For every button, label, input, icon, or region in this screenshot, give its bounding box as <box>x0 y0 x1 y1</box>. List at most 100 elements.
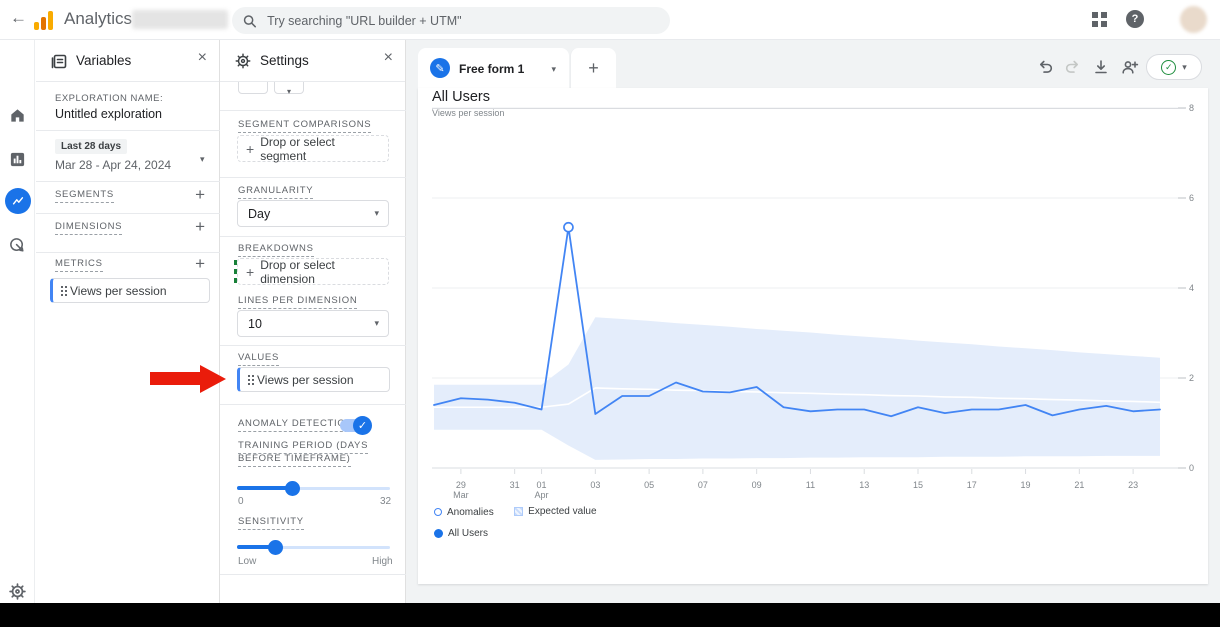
svg-text:Apr: Apr <box>535 490 549 500</box>
svg-text:03: 03 <box>590 480 600 490</box>
tab-caret-icon[interactable]: ▾ <box>551 64 556 75</box>
download-icon[interactable] <box>1090 56 1112 78</box>
search-bar[interactable] <box>232 7 670 34</box>
training-period-slider-thumb[interactable] <box>285 481 300 496</box>
svg-text:23: 23 <box>1128 480 1138 490</box>
svg-text:15: 15 <box>913 480 923 490</box>
nav-rail <box>0 40 35 603</box>
add-metric-button[interactable]: + <box>195 255 205 272</box>
add-segment-button[interactable]: + <box>195 186 205 203</box>
date-range-badge: Last 28 days <box>55 139 127 154</box>
segment-drop-zone[interactable]: + Drop or select segment <box>237 135 389 162</box>
analytics-logo-icon[interactable] <box>34 10 56 30</box>
app-title: Analytics <box>64 9 132 29</box>
avatar[interactable] <box>1180 6 1207 33</box>
settings-gear-icon <box>234 52 252 70</box>
svg-text:31: 31 <box>510 480 520 490</box>
tab-free-form-1[interactable]: ✎ Free form 1 ▾ <box>418 48 569 88</box>
training-period-slider[interactable] <box>237 481 390 495</box>
svg-text:11: 11 <box>806 480 815 490</box>
date-range-value[interactable]: Mar 28 - Apr 24, 2024 <box>55 158 171 172</box>
caret-down-icon: ▾ <box>1182 62 1187 73</box>
lines-per-dimension-select[interactable]: 10 ▾ <box>237 310 389 337</box>
advertising-icon[interactable] <box>0 232 35 258</box>
plus-icon: + <box>246 141 254 157</box>
add-dimension-button[interactable]: + <box>195 218 205 235</box>
svg-text:13: 13 <box>859 480 869 490</box>
home-icon[interactable] <box>0 102 35 128</box>
variables-close-icon[interactable]: × <box>198 50 207 66</box>
variables-panel: Variables × EXPLORATION NAME: Untitled e… <box>36 40 220 603</box>
granularity-value: Day <box>248 207 270 221</box>
sensitivity-min-label: Low <box>238 556 256 567</box>
analytics-app: ← Analytics ? <box>0 0 1220 603</box>
segment-drop-text: Drop or select segment <box>260 135 380 163</box>
granularity-select[interactable]: Day ▾ <box>237 200 389 227</box>
date-range-caret-icon[interactable]: ▾ <box>200 154 205 165</box>
legend-anomalies[interactable]: Anomalies <box>434 507 494 518</box>
search-input[interactable] <box>265 13 660 29</box>
metrics-label: METRICS <box>55 258 103 272</box>
undo-icon[interactable] <box>1034 56 1056 78</box>
status-ok-dropdown[interactable]: ✓ ▾ <box>1146 54 1202 80</box>
svg-text:19: 19 <box>1021 480 1031 490</box>
svg-text:01: 01 <box>537 480 547 490</box>
caret-down-icon: ▾ <box>374 318 379 329</box>
legend-series-label: All Users <box>448 528 488 539</box>
lines-per-dimension-value: 10 <box>248 317 262 331</box>
reports-icon[interactable] <box>0 146 35 172</box>
plus-icon: + <box>588 58 599 79</box>
values-chip-label: Views per session <box>257 373 354 387</box>
legend-all-users[interactable]: All Users <box>434 528 488 539</box>
settings-close-icon[interactable]: × <box>384 50 393 66</box>
back-arrow-icon[interactable]: ← <box>10 8 27 28</box>
help-icon[interactable]: ? <box>1126 10 1144 28</box>
segments-label: SEGMENTS <box>55 189 114 203</box>
series-dot-icon <box>434 529 443 538</box>
lines-per-dimension-label: LINES PER DIMENSION <box>238 295 357 309</box>
tab-label: Free form 1 <box>459 62 524 76</box>
breakdown-drop-text: Drop or select dimension <box>260 258 380 286</box>
values-label: VALUES <box>238 352 279 366</box>
training-min-label: 0 <box>238 496 244 507</box>
screenshot-stage: ← Analytics ? <box>0 0 1220 627</box>
metric-chip[interactable]: Views per session <box>50 278 210 303</box>
svg-text:2: 2 <box>1189 373 1194 383</box>
svg-text:21: 21 <box>1074 480 1084 490</box>
pencil-icon: ✎ <box>430 58 450 78</box>
timeseries-chart[interactable]: 0246829Mar3101Apr0305070911131517192123 <box>432 96 1197 500</box>
exploration-name-value[interactable]: Untitled exploration <box>55 107 162 121</box>
sensitivity-slider-thumb[interactable] <box>268 540 283 555</box>
redo-icon <box>1062 56 1084 78</box>
admin-gear-icon[interactable] <box>0 578 35 603</box>
variables-icon <box>50 52 68 70</box>
svg-text:07: 07 <box>698 480 708 490</box>
values-chip[interactable]: Views per session <box>237 367 390 392</box>
apps-grid-icon[interactable] <box>1092 12 1108 28</box>
sensitivity-max-label: High <box>372 556 393 567</box>
drag-dots-icon[interactable] <box>61 286 63 288</box>
breakdown-drop-zone[interactable]: + Drop or select dimension <box>237 258 389 285</box>
exploration-name-label: EXPLORATION NAME: <box>55 93 163 104</box>
share-person-add-icon[interactable] <box>1118 56 1140 78</box>
sensitivity-slider[interactable] <box>237 540 390 554</box>
scrolled-caret-icon: ▾ <box>287 87 291 96</box>
svg-text:0: 0 <box>1189 463 1194 473</box>
training-period-label: TRAINING PERIOD (DAYS BEFORE TIMEFRAME) <box>238 439 388 467</box>
variables-panel-title: Variables <box>76 53 131 68</box>
settings-panel: ▾ Settings × SEGMENT COMPARISONS + Drop … <box>220 40 406 603</box>
svg-text:29: 29 <box>456 480 466 490</box>
add-tab-button[interactable]: + <box>570 48 616 88</box>
account-selector-blurred[interactable] <box>132 10 228 29</box>
drag-dots-icon[interactable] <box>248 375 250 377</box>
top-app-bar: ← Analytics ? <box>0 0 1220 40</box>
explore-selected-circle <box>5 188 31 214</box>
caret-down-icon: ▾ <box>374 208 379 219</box>
breakdowns-label: BREAKDOWNS <box>238 243 314 257</box>
plus-icon: + <box>246 264 254 280</box>
anomaly-detection-toggle[interactable]: ✓ <box>340 419 370 432</box>
metric-chip-label: Views per session <box>70 284 167 298</box>
svg-text:Mar: Mar <box>453 490 469 500</box>
explore-icon-selected[interactable] <box>0 188 35 214</box>
legend-expected-value[interactable]: Expected value <box>514 506 596 517</box>
